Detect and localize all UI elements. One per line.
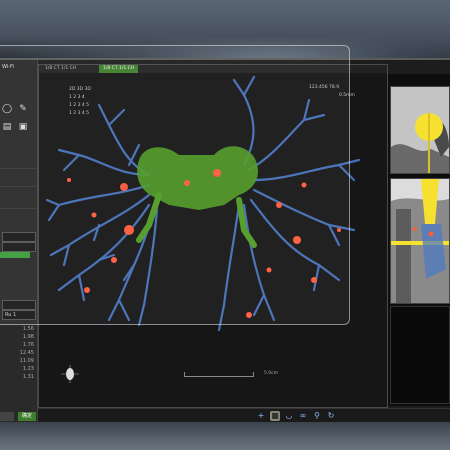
left-tool-panel: Wi-Fi ◯ ✎ ▤ ▣ Ru 1 1.56 1.98 1.76 12.45 … bbox=[0, 60, 38, 424]
parameter-field[interactable] bbox=[2, 232, 36, 242]
pencil-tool-icon[interactable]: ✎ bbox=[18, 104, 28, 114]
empty-slice-view[interactable] bbox=[390, 306, 450, 404]
value-readout: 1.76 bbox=[22, 342, 34, 348]
background-blur bbox=[0, 0, 450, 60]
scale-bar bbox=[184, 370, 254, 377]
value-readout: 11.09 bbox=[19, 358, 34, 364]
circle-tool-icon[interactable]: ◯ bbox=[2, 104, 12, 114]
monitor-screen: Wi-Fi ◯ ✎ ▤ ▣ Ru 1 1.56 1.98 1.76 12.45 … bbox=[0, 58, 450, 424]
orientation-marker-icon bbox=[61, 365, 79, 383]
panel-row[interactable] bbox=[0, 200, 37, 209]
value-readout: 1.23 bbox=[22, 366, 34, 372]
value-readout: 1.98 bbox=[22, 334, 34, 340]
active-slider[interactable] bbox=[0, 252, 30, 258]
panel-row[interactable] bbox=[0, 160, 37, 169]
axial-slice-view[interactable] bbox=[390, 86, 450, 174]
zoom-icon[interactable]: ⚲ bbox=[312, 411, 322, 421]
panel-row[interactable] bbox=[0, 178, 37, 187]
rotate-icon[interactable]: ↻ bbox=[326, 411, 336, 421]
parameter-field[interactable] bbox=[2, 242, 36, 252]
panel-title: Wi-Fi bbox=[2, 64, 14, 70]
value-readout: 12.45 bbox=[19, 350, 34, 356]
image-tool-icon[interactable]: ▣ bbox=[18, 122, 28, 132]
lung-icon[interactable]: ◡ bbox=[284, 411, 294, 421]
value-readout: 1.56 bbox=[22, 326, 34, 332]
ruler-tool-icon[interactable]: ▤ bbox=[2, 122, 12, 132]
background-blur bbox=[0, 422, 450, 450]
link-icon[interactable]: ∞ bbox=[298, 411, 308, 421]
cancel-button[interactable] bbox=[0, 412, 14, 421]
bottom-toolbar: + ■ ◡ ∞ ⚲ ↻ bbox=[38, 408, 450, 423]
3d-render-viewport[interactable]: 1/8 CT 1/1 CH 1/8 CT 1/1 CH 2D 3D 3D 1 2… bbox=[38, 64, 388, 408]
parameter-field[interactable] bbox=[2, 300, 36, 310]
coronal-slice-view[interactable] bbox=[390, 178, 450, 304]
plus-icon[interactable]: + bbox=[256, 411, 266, 421]
value-readout: 1.31 bbox=[22, 374, 34, 380]
scale-label: 5.0cm bbox=[264, 371, 279, 376]
square-icon[interactable]: ■ bbox=[270, 411, 280, 421]
confirm-button[interactable]: 确定 bbox=[18, 412, 36, 421]
right-slice-panel bbox=[388, 74, 450, 406]
parameter-field[interactable]: Ru 1 bbox=[2, 310, 36, 320]
lung-3d-model bbox=[45, 75, 361, 332]
